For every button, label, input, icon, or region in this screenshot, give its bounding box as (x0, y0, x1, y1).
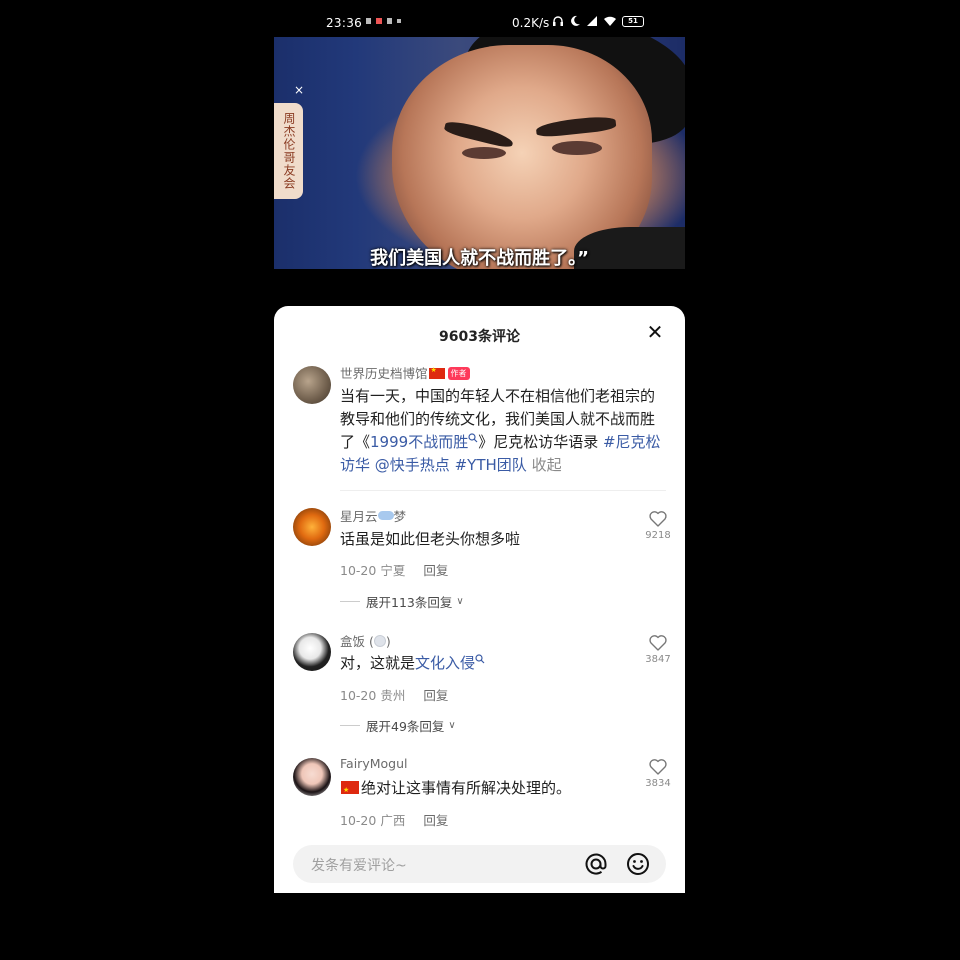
signal-icon (587, 16, 597, 26)
avatar[interactable] (293, 758, 331, 796)
close-icon[interactable]: ✕ (645, 322, 665, 342)
moon-icon (571, 15, 580, 26)
ball-emoji-icon (373, 635, 386, 647)
heart-icon (649, 759, 667, 775)
status-time: 23:36 (326, 16, 363, 30)
comment-text: 对，这就是文化入侵 (340, 652, 485, 675)
reply-button[interactable]: 回复 (423, 813, 448, 828)
heart-icon (649, 511, 667, 527)
comment-date: 10-20 (340, 688, 377, 703)
search-link-text: 文化入侵 (415, 654, 476, 672)
username-text-suffix: ) (385, 634, 391, 649)
avatar[interactable] (293, 366, 331, 404)
side-tag-close-icon[interactable]: × (294, 83, 304, 97)
like-count: 3834 (645, 778, 671, 789)
comment-text: 话虽是如此但老头你想多啦 (340, 530, 521, 548)
search-icon (475, 654, 485, 664)
emoji-icon[interactable] (625, 851, 651, 877)
mention-link[interactable]: @快手热点 (375, 456, 450, 474)
search-link-text: 1999不战而胜 (370, 433, 469, 451)
like-button[interactable]: 3834 (643, 757, 673, 789)
reply-button[interactable]: 回复 (423, 563, 448, 578)
comment-username[interactable]: 盒饭 () (340, 631, 391, 650)
post-text-part2: 》尼克松访华语录 (478, 433, 603, 451)
comment-date: 10-20 (340, 813, 377, 828)
comment-username[interactable]: 星月云梦 (340, 506, 406, 525)
username-text: 世界历史档博馆 (340, 366, 428, 381)
username-text: 星月云 (340, 509, 378, 524)
reply-button[interactable]: 回复 (423, 688, 448, 703)
avatar[interactable] (293, 508, 331, 546)
chevron-down-icon: ∨ (448, 720, 456, 731)
wifi-icon (604, 16, 616, 26)
like-button[interactable]: 9218 (643, 509, 673, 541)
avatar[interactable] (293, 633, 331, 671)
username-text: FairyMogul (340, 756, 408, 771)
cloud-emoji-icon (377, 511, 394, 520)
expand-replies-label: 展开49条回复 (366, 719, 445, 734)
network-speed: 0.2K/s (512, 16, 550, 30)
comments-count-title: 9603条评论 (439, 329, 520, 345)
china-flag-icon (428, 366, 445, 379)
video-frame-eye-left (462, 147, 506, 159)
collapse-button[interactable]: 收起 (532, 456, 562, 474)
search-link[interactable]: 文化入侵 (415, 654, 485, 672)
china-flag-icon (341, 779, 359, 802)
notification-dots-icon (366, 18, 401, 24)
search-icon (468, 433, 478, 443)
heart-icon (649, 635, 667, 651)
video-frame-eye-right (552, 141, 602, 155)
expand-replies-label: 展开113条回复 (366, 595, 453, 610)
status-bar: 23:36 0.2K/s 51 (274, 10, 685, 36)
author-post-text: 当有一天，中国的年轻人不在相信他们老祖宗的教导和他们的传统文化，我们美国人就不战… (340, 385, 668, 477)
side-tag-label[interactable]: 周杰伦哥友会 (274, 103, 303, 199)
like-count: 3847 (645, 654, 671, 665)
phone-screen: 23:36 0.2K/s 51 × 周杰伦哥友会 我们美国人就不战而胜了。” 9… (274, 0, 685, 893)
comment-meta: 10-20 贵州 回复 (340, 685, 448, 704)
divider (340, 490, 666, 491)
battery-icon: 51 (622, 15, 644, 27)
comments-panel: 9603条评论 ✕ 世界历史档博馆 作者 当有一天，中国的年轻人不在相信他们老祖宗… (274, 306, 685, 893)
expand-replies-button[interactable]: 展开113条回复 ∨ (340, 592, 464, 611)
expand-dash (340, 725, 360, 726)
system-icons: 51 (552, 15, 644, 27)
comment-username[interactable]: FairyMogul (340, 756, 407, 771)
expand-dash (340, 601, 360, 602)
comment-date: 10-20 (340, 563, 377, 578)
comment-meta: 10-20 宁夏 回复 (340, 560, 448, 579)
expand-replies-button[interactable]: 展开49条回复 ∨ (340, 716, 456, 735)
hashtag-link[interactable]: #YTH团队 (455, 456, 527, 474)
headphones-icon (553, 16, 563, 26)
comment-input-placeholder: 发条有爱评论~ (311, 858, 407, 874)
comment-text-main: 对，这就是 (340, 654, 416, 672)
notification-icons (366, 16, 404, 29)
comment-meta: 10-20 广西 回复 (340, 810, 448, 829)
video-subtitle: 我们美国人就不战而胜了。” (370, 248, 589, 269)
video-player[interactable]: × 周杰伦哥友会 我们美国人就不战而胜了。” (274, 37, 685, 269)
username-text: 盒饭 ( (340, 634, 374, 649)
comment-location: 贵州 (380, 688, 406, 703)
comment-text: 绝对让这事情有所解决处理的。 (340, 777, 572, 802)
username-text-suffix: 梦 (393, 509, 407, 524)
chevron-down-icon: ∨ (456, 596, 464, 607)
author-badge: 作者 (447, 367, 470, 380)
mention-icon[interactable] (583, 851, 609, 877)
comment-location: 宁夏 (380, 563, 406, 578)
author-username[interactable]: 世界历史档博馆 作者 (340, 363, 470, 382)
comment-location: 广西 (380, 813, 406, 828)
like-count: 9218 (645, 530, 671, 541)
comment-text-main: 绝对让这事情有所解决处理的。 (361, 779, 572, 797)
search-link[interactable]: 1999不战而胜 (370, 433, 478, 451)
comment-input[interactable]: 发条有爱评论~ (293, 845, 666, 883)
like-button[interactable]: 3847 (643, 633, 673, 665)
